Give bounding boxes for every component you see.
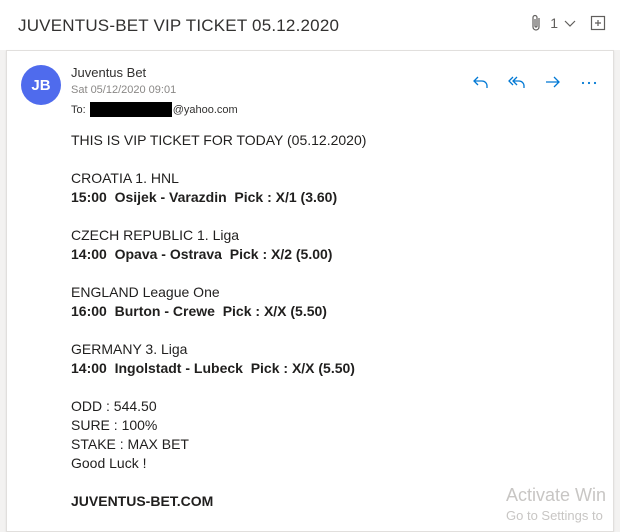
- email-subject: JUVENTUS-BET VIP TICKET 05.12.2020: [18, 16, 340, 35]
- forward-button[interactable]: [543, 73, 563, 91]
- match-league: CROATIA 1. HNL: [71, 170, 179, 186]
- redacted-address: [89, 102, 172, 117]
- to-label: To:: [71, 103, 86, 116]
- avatar[interactable]: JB: [21, 65, 61, 105]
- odd-line: ODD : 544.50: [71, 398, 157, 414]
- reply-button[interactable]: [471, 73, 491, 91]
- good-luck-line: Good Luck !: [71, 455, 147, 471]
- message-actions: [471, 73, 599, 91]
- match-pick: 14:00 Opava - Ostrava Pick : X/2 (5.00): [71, 246, 333, 262]
- chevron-down-icon[interactable]: [564, 17, 576, 29]
- sent-date: Sat 05/12/2020 09:01: [71, 84, 177, 96]
- match-pick: 14:00 Ingolstadt - Lubeck Pick : X/X (5.…: [71, 360, 355, 376]
- header-tools: 1: [530, 14, 606, 32]
- watermark-line-2: Go to Settings to: [506, 508, 603, 523]
- stake-line: STAKE : MAX BET: [71, 436, 189, 452]
- message-card: JB Juventus Bet Sat 05/12/2020 09:01 To:…: [6, 50, 614, 532]
- more-actions-button[interactable]: [579, 73, 599, 91]
- watermark-line-1: Activate Win: [506, 485, 607, 505]
- attachment-count[interactable]: 1: [550, 15, 558, 31]
- paperclip-icon[interactable]: [530, 14, 544, 32]
- to-domain: @yahoo.com: [172, 103, 238, 116]
- match-league: ENGLAND League One: [71, 284, 220, 300]
- reading-pane-header: JUVENTUS-BET VIP TICKET 05.12.2020 1: [0, 0, 620, 50]
- reply-all-icon: [508, 76, 525, 88]
- sender-name[interactable]: Juventus Bet: [71, 65, 146, 80]
- message-body: THIS IS VIP TICKET FOR TODAY (05.12.2020…: [71, 131, 591, 511]
- match-league: GERMANY 3. Liga: [71, 341, 188, 357]
- sure-line: SURE : 100%: [71, 417, 158, 433]
- intro-line: THIS IS VIP TICKET FOR TODAY (05.12.2020…: [71, 132, 367, 148]
- match-league: CZECH REPUBLIC 1. Liga: [71, 227, 240, 243]
- match-pick: 15:00 Osijek - Varazdin Pick : X/1 (3.60…: [71, 189, 338, 205]
- reply-all-button[interactable]: [507, 73, 527, 91]
- forward-icon: [546, 76, 560, 88]
- reply-icon: [473, 76, 488, 88]
- match-pick: 16:00 Burton - Crewe Pick : X/X (5.50): [71, 303, 327, 319]
- activate-windows-watermark: Activate Win Go to Settings to: [506, 485, 606, 523]
- popout-icon[interactable]: [590, 15, 606, 31]
- recipient-line: To: @yahoo.com: [71, 102, 238, 117]
- more-icon: [581, 81, 597, 85]
